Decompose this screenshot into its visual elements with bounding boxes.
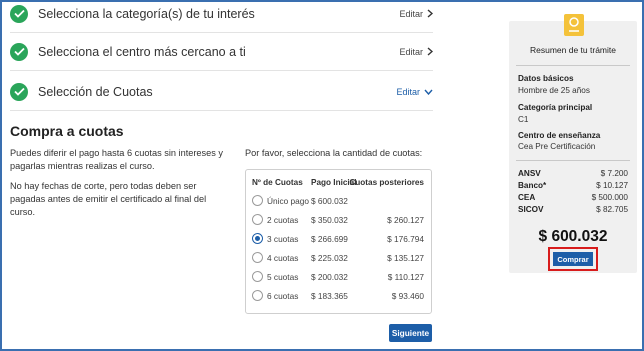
radio-button[interactable] <box>252 290 263 301</box>
edit-category-link[interactable]: Editar <box>399 9 433 19</box>
cost-row: Banco* $ 10.127 <box>518 181 628 193</box>
center-label: Centro de enseñanza <box>518 131 601 140</box>
table-row[interactable]: 6 cuotas $ 183.365 $ 93.460 <box>246 287 431 306</box>
section-title: Compra a cuotas <box>10 123 124 139</box>
step-title: Selecciona el centro más cercano a ti <box>38 44 246 59</box>
row-label: Único pago <box>267 196 309 206</box>
row-later: $ 93.460 <box>391 291 424 301</box>
check-circle-icon <box>10 82 28 101</box>
cost-row: SICOV $ 82.705 <box>518 205 628 217</box>
cost-value: $ 82.705 <box>596 205 628 214</box>
step-installments[interactable]: Selección de Cuotas Editar <box>10 73 433 111</box>
table-row[interactable]: 5 cuotas $ 200.032 $ 110.127 <box>246 268 431 287</box>
header-installments: Nº de Cuotas <box>252 178 303 187</box>
step-center[interactable]: Selecciona el centro más cercano a ti Ed… <box>10 33 433 71</box>
cost-label: Banco* <box>518 181 547 190</box>
edit-center-link[interactable]: Editar <box>399 47 433 57</box>
step-title: Selección de Cuotas <box>38 84 153 99</box>
row-label: 2 cuotas <box>267 215 299 225</box>
row-later: $ 135.127 <box>387 253 424 263</box>
radio-button[interactable] <box>252 214 263 225</box>
chevron-right-icon <box>427 9 433 18</box>
chevron-right-icon <box>427 47 433 56</box>
step-title: Selecciona la categoría(s) de tu interés <box>38 6 255 21</box>
cost-label: CEA <box>518 193 536 202</box>
row-label: 4 cuotas <box>267 253 299 263</box>
row-label: 6 cuotas <box>267 291 299 301</box>
table-row[interactable]: Único pago $ 600.032 <box>246 192 431 211</box>
window-frame: Selecciona la categoría(s) de tu interés… <box>0 0 644 351</box>
row-initial: $ 225.032 <box>311 253 348 263</box>
check-circle-icon <box>10 42 28 61</box>
row-initial: $ 200.032 <box>311 272 348 282</box>
cost-row: ANSV $ 7.200 <box>518 169 628 181</box>
table-row[interactable]: 3 cuotas $ 266.699 $ 176.794 <box>246 230 431 249</box>
next-button[interactable]: Siguiente <box>389 324 432 342</box>
table-header: Nº de Cuotas Pago Inicial Cuotas posteri… <box>246 170 431 192</box>
cost-row: CEA $ 500.000 <box>518 193 628 205</box>
row-initial: $ 183.365 <box>311 291 348 301</box>
chevron-down-icon <box>424 89 433 95</box>
installments-table: Nº de Cuotas Pago Inicial Cuotas posteri… <box>245 169 432 314</box>
total-amount: $ 600.032 <box>538 228 608 245</box>
cost-label: ANSV <box>518 169 541 178</box>
center-value: Cea Pre Certificación <box>518 142 596 151</box>
category-value: C1 <box>518 115 529 124</box>
row-label: 3 cuotas <box>267 234 299 244</box>
divider <box>516 160 630 161</box>
cost-value: $ 7.200 <box>600 169 628 178</box>
cutoff-description: No hay fechas de corte, pero todas deben… <box>10 181 207 217</box>
radio-button-selected[interactable] <box>252 233 263 244</box>
row-initial: $ 350.032 <box>311 215 348 225</box>
row-later: $ 110.127 <box>387 272 424 282</box>
basic-data-value: Hombre de 25 años <box>518 86 590 95</box>
select-instruction: Por favor, selecciona la cantidad de cuo… <box>245 148 423 158</box>
row-later: $ 176.794 <box>387 234 424 244</box>
summary-title: Resumen de tu trámite <box>530 45 616 55</box>
category-label: Categoría principal <box>518 103 593 112</box>
radio-button[interactable] <box>252 195 263 206</box>
check-circle-icon <box>10 4 28 23</box>
row-initial: $ 266.699 <box>311 234 348 244</box>
header-later: Cuotas posteriores <box>349 178 424 187</box>
installments-description: Puedes diferir el pago hasta 6 cuotas si… <box>10 148 223 171</box>
edit-installments-link[interactable]: Editar <box>396 87 433 97</box>
cost-value: $ 10.127 <box>596 181 628 190</box>
radio-button[interactable] <box>252 271 263 282</box>
buy-button[interactable]: Comprar <box>553 252 593 266</box>
radio-button[interactable] <box>252 252 263 263</box>
cost-label: SICOV <box>518 205 544 214</box>
basic-data-label: Datos básicos <box>518 74 574 83</box>
table-row[interactable]: 2 cuotas $ 350.032 $ 260.127 <box>246 211 431 230</box>
divider <box>516 65 630 66</box>
certificate-badge-icon <box>564 14 584 36</box>
table-row[interactable]: 4 cuotas $ 225.032 $ 135.127 <box>246 249 431 268</box>
row-label: 5 cuotas <box>267 272 299 282</box>
cost-value: $ 500.000 <box>591 193 628 202</box>
summary-panel: Resumen de tu trámite Datos básicos Homb… <box>509 14 637 273</box>
row-initial: $ 600.032 <box>311 196 348 206</box>
buy-button-highlight: Comprar <box>548 247 598 271</box>
step-category[interactable]: Selecciona la categoría(s) de tu interés… <box>10 2 433 33</box>
row-later: $ 260.127 <box>387 215 424 225</box>
